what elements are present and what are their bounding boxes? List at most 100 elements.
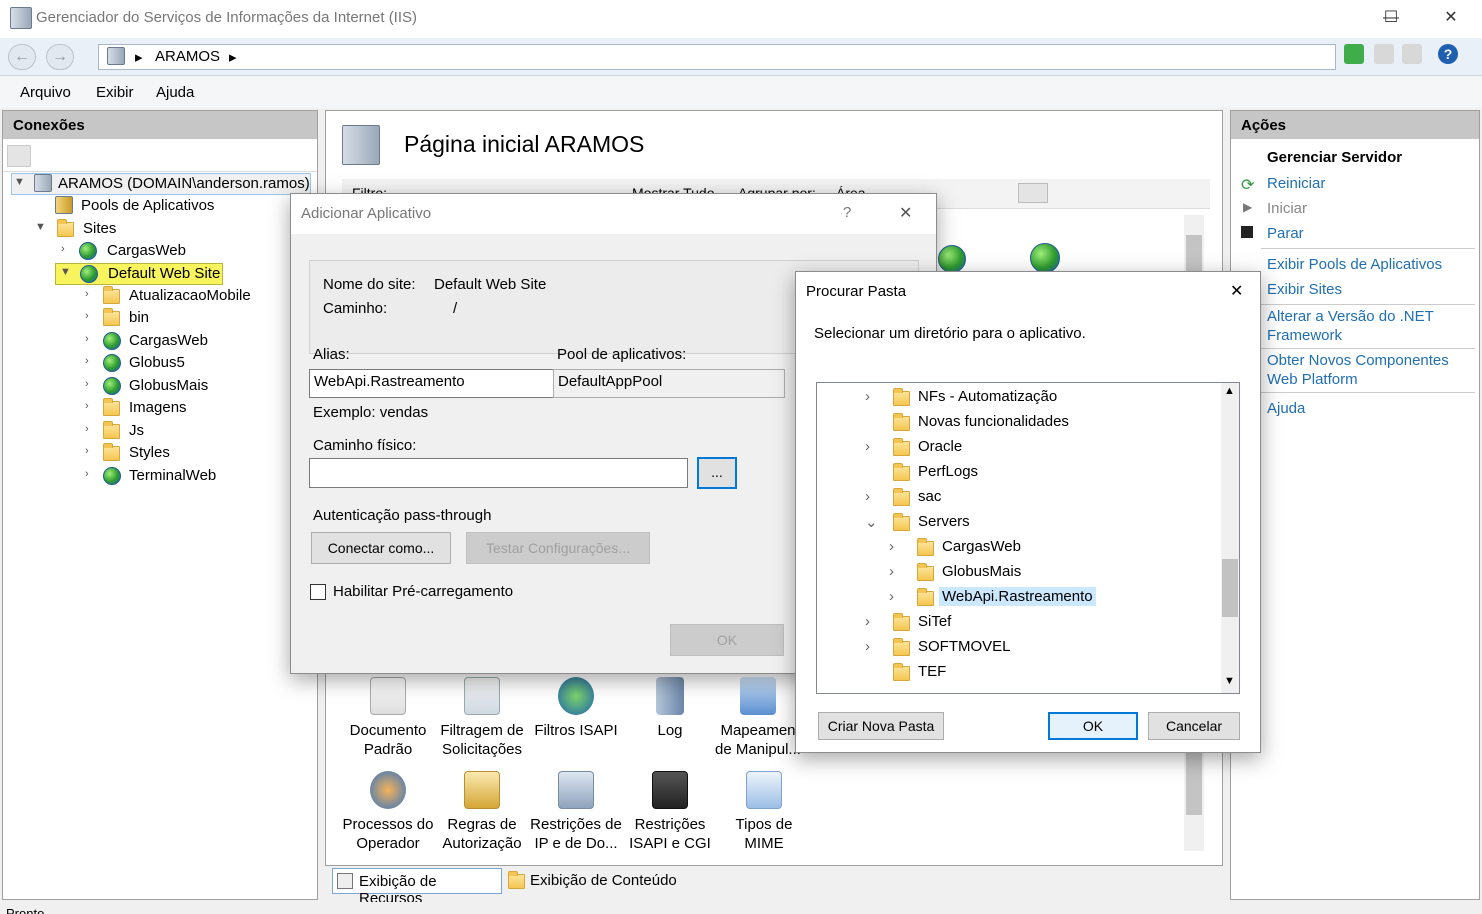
feature-label: Processos do xyxy=(342,816,434,833)
chevron-right-icon[interactable]: › xyxy=(889,563,894,580)
lock-icon xyxy=(464,771,500,809)
close-button[interactable]: ✕ xyxy=(899,203,912,223)
action-get-components-line2[interactable]: Web Platform xyxy=(1267,371,1358,388)
action-get-components[interactable]: Obter Novos Componentes xyxy=(1267,352,1449,369)
chevron-right-icon[interactable]: › xyxy=(85,378,97,390)
chevron-right-icon[interactable]: › xyxy=(85,355,97,367)
tab-features-view[interactable]: Exibição de Recursos xyxy=(332,868,502,907)
chevron-right-icon[interactable]: › xyxy=(61,243,73,255)
address-field[interactable]: ▸ ARAMOS ▸ xyxy=(98,44,1336,70)
tree-server-node[interactable]: ▼ ARAMOS (DOMAIN\anderson.ramos) xyxy=(11,173,311,195)
stop-icon[interactable] xyxy=(1374,44,1394,64)
tab-content-view[interactable]: Exibição de Conteúdo xyxy=(506,868,686,894)
connect-icon[interactable] xyxy=(7,145,31,167)
chevron-right-icon[interactable]: › xyxy=(85,468,97,480)
action-view-sites[interactable]: Exibir Sites xyxy=(1267,281,1342,298)
features-view-icon xyxy=(337,873,353,889)
home-icon[interactable] xyxy=(1402,44,1422,64)
feature-isapi-cgi-restrictions[interactable]: Restrições ISAPI e CGI xyxy=(622,771,718,853)
back-button[interactable]: ← xyxy=(8,44,36,70)
physical-path-input[interactable] xyxy=(309,458,688,488)
chevron-down-icon[interactable]: ▼ xyxy=(60,266,72,278)
breadcrumb-server[interactable]: ARAMOS xyxy=(155,48,220,65)
folder-row[interactable]: TEF xyxy=(865,662,1165,684)
action-change-net[interactable]: Alterar a Versão do .NET xyxy=(1267,308,1434,325)
menu-arquivo[interactable]: Arquivo xyxy=(20,84,71,101)
action-restart[interactable]: Reiniciar xyxy=(1267,175,1325,192)
folder-label: TEF xyxy=(918,663,947,680)
folder-row-selected[interactable]: › WebApi.Rastreamento xyxy=(889,587,1189,609)
scroll-up-icon[interactable]: ▲ xyxy=(1224,385,1235,397)
close-button[interactable]: ✕ xyxy=(1428,0,1474,36)
feature-request-filtering[interactable]: Filtragem de Solicitações xyxy=(434,677,530,759)
help-button[interactable]: ? xyxy=(843,204,851,221)
chevron-right-icon[interactable]: › xyxy=(85,423,97,435)
close-button[interactable]: ✕ xyxy=(1230,281,1243,301)
folder-row[interactable]: › Oracle xyxy=(865,437,1165,459)
chevron-right-icon[interactable]: › xyxy=(85,310,97,322)
folder-row[interactable]: Novas funcionalidades xyxy=(865,412,1165,434)
chevron-right-icon[interactable]: › xyxy=(865,388,870,405)
cancel-button[interactable]: Cancelar xyxy=(1148,712,1240,740)
action-change-net-line2[interactable]: Framework xyxy=(1267,327,1342,344)
action-stop[interactable]: Parar xyxy=(1267,225,1304,242)
browse-button[interactable]: ... xyxy=(697,457,737,489)
feature-handler-mappings[interactable]: Mapeamen de Manipul... xyxy=(712,677,804,759)
chevron-right-icon[interactable]: › xyxy=(85,333,97,345)
folder-row[interactable]: › sac xyxy=(865,487,1165,509)
chevron-right-icon[interactable]: › xyxy=(889,588,894,605)
forward-button[interactable]: → xyxy=(46,44,74,70)
folder-icon xyxy=(103,286,120,304)
scroll-down-icon[interactable]: ▼ xyxy=(1224,675,1235,687)
feature-label: Autorização xyxy=(442,835,522,852)
ok-button[interactable]: OK xyxy=(1048,712,1138,740)
folder-row[interactable]: › SOFTMOVEL xyxy=(865,637,1165,659)
chevron-right-icon[interactable]: › xyxy=(865,638,870,655)
preload-checkbox[interactable] xyxy=(310,584,326,600)
alias-input[interactable]: WebApi.Rastreamento xyxy=(309,369,571,398)
chevron-down-icon[interactable]: ▼ xyxy=(14,176,26,188)
view-icon[interactable] xyxy=(1018,183,1048,203)
chevron-right-icon[interactable]: › xyxy=(865,613,870,630)
folder-tree[interactable]: › NFs - Automatização Novas funcionalidade… xyxy=(816,382,1240,694)
help-icon[interactable]: ? xyxy=(1438,44,1458,64)
breadcrumb-separator[interactable]: ▸ xyxy=(135,48,143,66)
menu-ajuda[interactable]: Ajuda xyxy=(156,84,194,101)
folder-row[interactable]: › CargasWeb xyxy=(889,537,1189,559)
folder-icon xyxy=(917,538,934,556)
folder-row[interactable]: PerfLogs xyxy=(865,462,1165,484)
chevron-right-icon[interactable]: › xyxy=(85,400,97,412)
chevron-right-icon[interactable]: › xyxy=(889,538,894,555)
chevron-down-icon[interactable]: ⌄ xyxy=(865,513,878,531)
scrollbar-thumb[interactable] xyxy=(1222,559,1238,617)
folder-row[interactable]: › NFs - Automatização xyxy=(865,387,1165,409)
action-view-pools[interactable]: Exibir Pools de Aplicativos xyxy=(1267,256,1442,273)
refresh-icon[interactable] xyxy=(1344,44,1364,64)
folder-tree-scrollbar[interactable]: ▲ ▼ xyxy=(1221,383,1239,693)
folder-row[interactable]: ⌄ Servers xyxy=(865,512,1165,534)
menu-exibir[interactable]: Exibir xyxy=(96,84,134,101)
feature-ip-restrictions[interactable]: Restrições de IP e de Do... xyxy=(528,771,624,853)
maximize-button[interactable]: ☐ xyxy=(1368,0,1414,36)
chevron-right-icon[interactable]: › xyxy=(865,488,870,505)
feature-log[interactable]: Log xyxy=(622,677,718,740)
feature-isapi-filters[interactable]: Filtros ISAPI xyxy=(528,677,624,740)
feature-worker-processes[interactable]: Processos do Operador xyxy=(340,771,436,853)
folder-row[interactable]: › SiTef xyxy=(865,612,1165,634)
feature-default-document[interactable]: Documento Padrão xyxy=(340,677,436,759)
connect-as-button[interactable]: Conectar como... xyxy=(311,532,451,564)
action-help[interactable]: Ajuda xyxy=(1267,400,1305,417)
chevron-down-icon[interactable]: ▼ xyxy=(35,221,47,233)
tree-label: Styles xyxy=(129,444,170,461)
feature-mime-types[interactable]: Tipos de MIME xyxy=(716,771,812,853)
new-folder-button[interactable]: Criar Nova Pasta xyxy=(818,712,944,740)
feature-authorization-rules[interactable]: Regras de Autorização xyxy=(434,771,530,853)
tree-label: Globus5 xyxy=(129,354,185,371)
folder-row[interactable]: › GlobusMais xyxy=(889,562,1189,584)
chevron-right-icon[interactable]: › xyxy=(85,445,97,457)
minimize-btn-glyph[interactable] xyxy=(1320,0,1366,36)
chevron-right-icon[interactable]: › xyxy=(85,288,97,300)
tree-site-default[interactable]: ▼ Default Web Site xyxy=(55,263,223,285)
breadcrumb-separator[interactable]: ▸ xyxy=(229,48,237,66)
chevron-right-icon[interactable]: › xyxy=(865,438,870,455)
